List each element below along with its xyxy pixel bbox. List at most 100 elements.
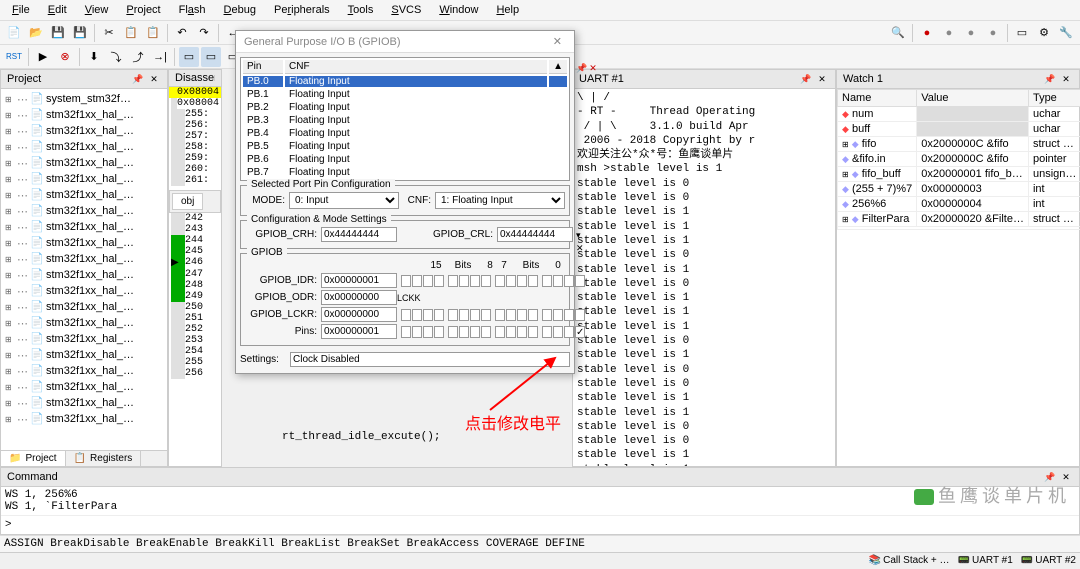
- paste-icon[interactable]: 📋: [143, 23, 163, 43]
- bit-checkbox[interactable]: [459, 275, 469, 287]
- bit-checkbox[interactable]: [542, 275, 552, 287]
- bit-checkbox[interactable]: [517, 326, 527, 338]
- menu-svcs[interactable]: SVCS: [383, 2, 429, 18]
- undo-icon[interactable]: ↶: [172, 23, 192, 43]
- debug-gray-icon[interactable]: ●: [939, 23, 959, 43]
- close-icon[interactable]: ✕: [815, 72, 829, 86]
- pin-scroll[interactable]: ▲: [549, 60, 567, 74]
- bit-checkbox[interactable]: [506, 309, 516, 321]
- project-tree[interactable]: ⊞⋯📄system_stm32f…⊞⋯📄stm32f1xx_hal_…⊞⋯📄st…: [1, 89, 167, 450]
- bit-checkbox[interactable]: [553, 326, 563, 338]
- obj-tab[interactable]: obj: [169, 190, 221, 213]
- pin-row[interactable]: PB.0Floating Input: [243, 76, 567, 87]
- watch-row[interactable]: ⊞ ◆ fifo0x2000000C &fifostruct …: [838, 137, 1080, 152]
- bit-checkbox[interactable]: [470, 309, 480, 321]
- pin-icon[interactable]: 📌: [799, 72, 813, 86]
- menu-project[interactable]: Project: [118, 2, 168, 18]
- close-icon[interactable]: ✕: [1059, 72, 1073, 86]
- config-icon[interactable]: ⚙: [1034, 23, 1054, 43]
- view1-icon[interactable]: ▭: [179, 47, 199, 67]
- close-icon[interactable]: ✕: [147, 72, 161, 86]
- close-icon[interactable]: ✕: [576, 243, 584, 254]
- pin-row[interactable]: PB.1Floating Input: [243, 89, 567, 100]
- bit-checkbox[interactable]: [448, 275, 458, 287]
- pin-row[interactable]: PB.6Floating Input: [243, 154, 567, 165]
- watch-row[interactable]: ◆ buffuchar: [838, 122, 1080, 137]
- expand-icon[interactable]: ⊞: [5, 223, 15, 232]
- bit-checkbox[interactable]: [564, 326, 574, 338]
- bit-checkbox[interactable]: [423, 309, 433, 321]
- bit-checkbox[interactable]: [401, 275, 411, 287]
- watch-row[interactable]: ◆ numuchar: [838, 107, 1080, 122]
- expand-icon[interactable]: ⊞: [5, 335, 15, 344]
- pin-row[interactable]: PB.2Floating Input: [243, 102, 567, 113]
- bit-checkbox[interactable]: [470, 275, 480, 287]
- step-over-icon[interactable]: ⤵: [106, 47, 126, 67]
- redo-icon[interactable]: ↷: [194, 23, 214, 43]
- tree-item[interactable]: ⊞⋯📄stm32f1xx_hal_…: [1, 299, 167, 315]
- pin-row[interactable]: PB.5Floating Input: [243, 141, 567, 152]
- close-icon[interactable]: ✕: [589, 63, 597, 74]
- menu-flash[interactable]: Flash: [171, 2, 214, 18]
- bit-checkbox[interactable]: [528, 326, 538, 338]
- bit-checkbox[interactable]: [575, 309, 585, 321]
- bit-checkbox[interactable]: [528, 309, 538, 321]
- bit-checkbox[interactable]: [528, 275, 538, 287]
- bit-checkbox[interactable]: [434, 275, 444, 287]
- lckr-bits[interactable]: [401, 309, 585, 321]
- command-input[interactable]: [15, 518, 1075, 530]
- bit-checkbox[interactable]: [542, 309, 552, 321]
- watch-enter[interactable]: [838, 227, 1080, 230]
- step-in-icon[interactable]: ⬇: [84, 47, 104, 67]
- watch-table[interactable]: Name Value Type ◆ numuchar◆ buffuchar⊞ ◆…: [837, 89, 1080, 230]
- expand-icon[interactable]: ⊞: [5, 399, 15, 408]
- pins-bits[interactable]: ✓: [401, 326, 585, 338]
- menu-window[interactable]: Window: [431, 2, 486, 18]
- menu-tools[interactable]: Tools: [340, 2, 382, 18]
- bit-checkbox[interactable]: [459, 326, 469, 338]
- tree-item[interactable]: ⊞⋯📄stm32f1xx_hal_…: [1, 283, 167, 299]
- crl-input[interactable]: [497, 227, 573, 242]
- dialog-close-icon[interactable]: ✕: [549, 35, 566, 48]
- step-out-icon[interactable]: ⤴: [128, 47, 148, 67]
- bit-checkbox[interactable]: [448, 309, 458, 321]
- stop-icon[interactable]: ⊗: [55, 47, 75, 67]
- bit-checkbox[interactable]: [412, 275, 422, 287]
- tree-item[interactable]: ⊞⋯📄system_stm32f…: [1, 91, 167, 107]
- save-icon[interactable]: 💾: [48, 23, 68, 43]
- tree-item[interactable]: ⊞⋯📄stm32f1xx_hal_…: [1, 315, 167, 331]
- bit-checkbox[interactable]: ✓: [575, 326, 585, 338]
- tree-item[interactable]: ⊞⋯📄stm32f1xx_hal_…: [1, 139, 167, 155]
- expand-icon[interactable]: ⊞: [5, 383, 15, 392]
- new-file-icon[interactable]: 📄: [4, 23, 24, 43]
- bit-checkbox[interactable]: [553, 275, 563, 287]
- pin-icon[interactable]: 📌: [576, 63, 587, 74]
- watch-col-name[interactable]: Name: [838, 90, 917, 107]
- pin-row[interactable]: PB.3Floating Input: [243, 115, 567, 126]
- tree-item[interactable]: ⊞⋯📄stm32f1xx_hal_…: [1, 187, 167, 203]
- tree-item[interactable]: ⊞⋯📄stm32f1xx_hal_…: [1, 363, 167, 379]
- expand-icon[interactable]: ⊞: [5, 127, 15, 136]
- watch-row[interactable]: ◆ &fifo.in0x2000000C &fifopointer: [838, 152, 1080, 167]
- expand-icon[interactable]: ⊞: [5, 271, 15, 280]
- tree-item[interactable]: ⊞⋯📄stm32f1xx_hal_…: [1, 219, 167, 235]
- expand-icon[interactable]: ⊞: [5, 239, 15, 248]
- expand-icon[interactable]: ⊞: [5, 95, 15, 104]
- uart-output[interactable]: \ | / - RT - Thread Operating / | \ 3.1.…: [573, 89, 835, 466]
- crh-input[interactable]: [321, 227, 397, 242]
- idr-bits[interactable]: [401, 275, 585, 287]
- menu-peripherals[interactable]: Peripherals: [266, 2, 338, 18]
- watch-row[interactable]: ◆ (255 + 7)%70x00000003int: [838, 182, 1080, 197]
- reset-icon[interactable]: RST: [4, 47, 24, 67]
- bit-checkbox[interactable]: [401, 326, 411, 338]
- expand-icon[interactable]: ⊞: [5, 415, 15, 424]
- window-icon[interactable]: ▭: [1012, 23, 1032, 43]
- bit-checkbox[interactable]: [412, 326, 422, 338]
- tree-item[interactable]: ⊞⋯📄stm32f1xx_hal_…: [1, 347, 167, 363]
- view2-icon[interactable]: ▭: [201, 47, 221, 67]
- tree-item[interactable]: ⊞⋯📄stm32f1xx_hal_…: [1, 235, 167, 251]
- debug-red-icon[interactable]: ●: [917, 23, 937, 43]
- bit-checkbox[interactable]: [564, 275, 574, 287]
- pin-row[interactable]: PB.4Floating Input: [243, 128, 567, 139]
- bit-checkbox[interactable]: [412, 309, 422, 321]
